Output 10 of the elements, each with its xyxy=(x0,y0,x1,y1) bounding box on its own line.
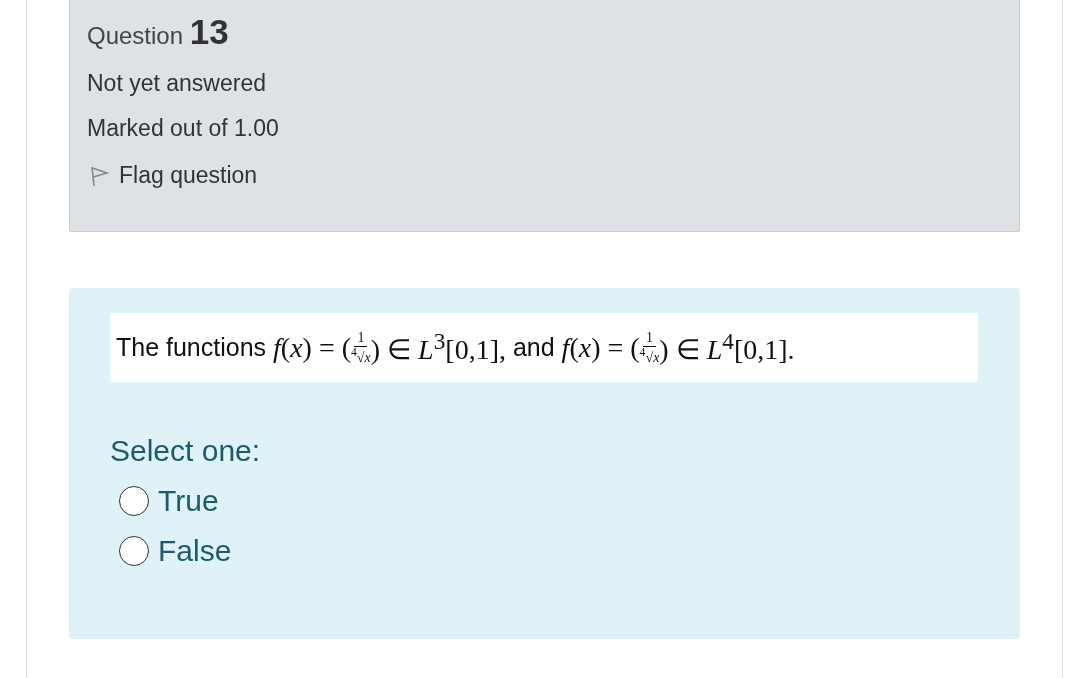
answer-status: Not yet answered xyxy=(87,70,267,97)
question-number: 13 xyxy=(189,12,229,51)
answer-option[interactable]: True xyxy=(119,484,219,518)
flag-question-link[interactable]: Flag question xyxy=(87,162,258,189)
radio-button[interactable] xyxy=(119,536,149,566)
select-one-prompt: Select one: xyxy=(110,434,262,468)
question-label: Question xyxy=(87,22,184,49)
marks-text: Marked out of 1.00 xyxy=(87,115,280,142)
answer-option[interactable]: False xyxy=(119,534,232,568)
radio-button[interactable] xyxy=(119,486,149,516)
